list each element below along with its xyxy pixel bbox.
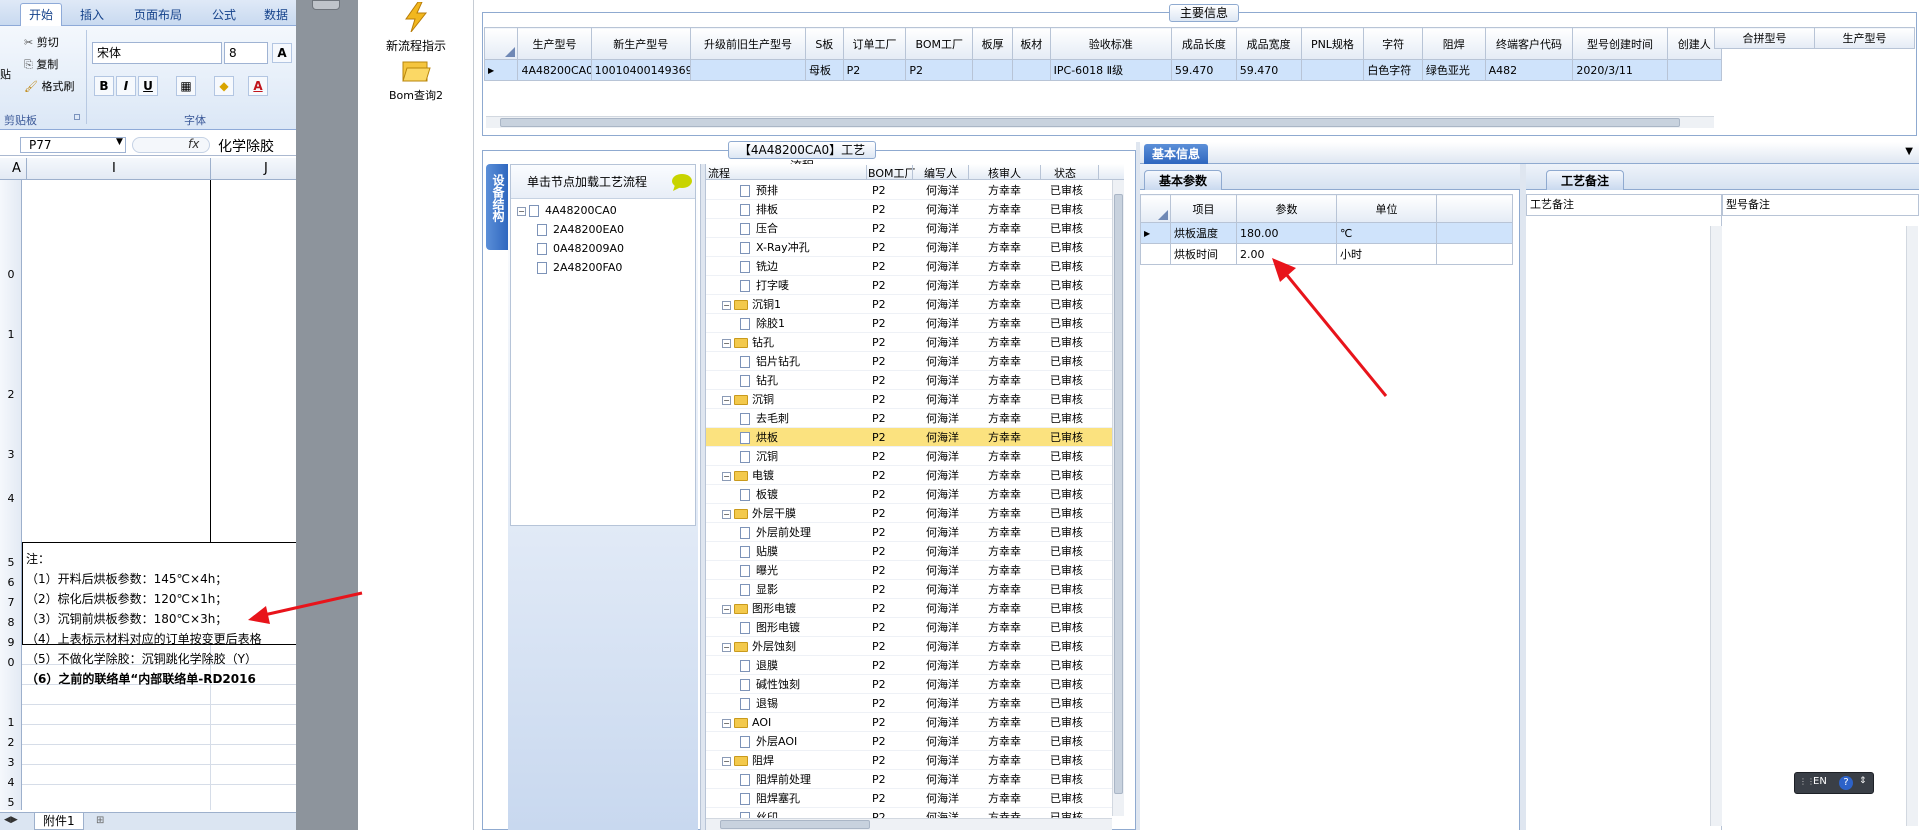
font-color-icon[interactable]: A (248, 76, 268, 96)
notes-vscrollbar[interactable] (1710, 226, 1722, 826)
ribbon-tab-formulas[interactable]: 公式 (204, 4, 244, 26)
row-header[interactable]: 6 (0, 576, 22, 589)
ribbon-tab-insert[interactable]: 插入 (72, 4, 112, 26)
row-header[interactable]: 3 (0, 448, 22, 461)
main-window: 主要信息 生产型号 新生产型号 升级前旧生产型号 S板 订单工厂 BOM工厂 板… (248, 0, 1919, 830)
copy-icon: ⎘ (24, 58, 33, 71)
process-notes-tab[interactable]: 工艺备注 (1546, 170, 1625, 190)
lightning-icon (405, 1, 428, 33)
ime-options-icon[interactable]: ⇕ (1859, 776, 1867, 786)
note-line: （2）棕化后烘板参数：120℃×1h； (26, 592, 228, 606)
process-notes-panel: 工艺备注 工艺备注 型号备注 (1526, 164, 1919, 830)
row-header[interactable]: 9 (0, 636, 22, 649)
font-size-dropdown[interactable]: 8 (224, 42, 268, 64)
row-header[interactable]: 4 (0, 776, 22, 789)
note-line: （6）之前的联络单“内部联络单-RD2016 (26, 672, 256, 686)
borders-icon[interactable]: ▦ (176, 76, 196, 96)
background-gap (296, 0, 358, 830)
note-line: （3）沉铜前烘板参数：180℃×3h； (26, 612, 228, 626)
fx-icon[interactable]: fx (188, 137, 199, 151)
note-line: （1）开料后烘板参数：145℃×4h； (26, 572, 228, 586)
process-notes-header[interactable]: 工艺备注 (1526, 194, 1722, 216)
row-header[interactable]: 0 (0, 268, 22, 281)
row-header[interactable]: 1 (0, 328, 22, 341)
ribbon-tab-home[interactable]: 开始 (20, 3, 63, 27)
column-i-header[interactable]: I (112, 161, 116, 176)
note-line: （4）上表标示材料对应的订单按变更后表格 (26, 632, 262, 646)
cut-button[interactable]: ✂ 剪切 (24, 34, 59, 50)
new-flow-button[interactable]: 新流程指示 (366, 1, 466, 53)
paste-label[interactable]: 贴 (0, 66, 11, 82)
ribbon-tab-data[interactable]: 数据 (256, 4, 296, 26)
grow-font-button[interactable]: A (272, 43, 292, 63)
column-j-header[interactable]: J (264, 161, 268, 176)
red-arrow-icon (1272, 258, 1388, 397)
note-line: （5）不做化学除胶：沉铜跳化学除胶（Y） (26, 652, 257, 666)
row-header[interactable]: 5 (0, 556, 22, 569)
row-header[interactable]: 0 (0, 656, 22, 669)
sheet-tab[interactable]: 附件1 (34, 813, 84, 830)
italic-button[interactable]: I (116, 76, 136, 96)
scissors-icon: ✂ (24, 36, 34, 49)
sheet-grid[interactable] (22, 180, 296, 810)
notes-vscrollbar[interactable] (1906, 226, 1918, 826)
underline-button[interactable]: U (138, 76, 158, 96)
ribbon-body: 贴 ✂ 剪切 ⎘ 复制 🖌 格式刷 剪贴板 宋体 8 A B I U ▦ ◆ A… (0, 26, 296, 130)
row-header[interactable]: 7 (0, 596, 22, 609)
new-sheet-icon[interactable]: ⊞ (96, 815, 104, 826)
brush-icon: 🖌 (24, 80, 38, 93)
toolbar-handle-icon[interactable] (312, 0, 340, 10)
row-header[interactable]: 2 (0, 736, 22, 749)
model-notes-textarea[interactable] (1722, 216, 1919, 830)
chevron-down-icon[interactable]: ▼ (116, 137, 123, 147)
formula-input[interactable]: 化学除胶 (218, 136, 274, 156)
group-divider (86, 30, 87, 124)
copy-button[interactable]: ⎘ 复制 (24, 56, 58, 72)
ime-language[interactable]: EN (1813, 776, 1827, 787)
format-painter-button[interactable]: 🖌 格式刷 (24, 78, 74, 94)
row-header[interactable]: 8 (0, 616, 22, 629)
bold-button[interactable]: B (94, 76, 114, 96)
column-header-row: A I J (0, 158, 296, 180)
launcher-panel: 新流程指示 Bom查询2 (358, 0, 474, 830)
column-a-header[interactable]: A (12, 161, 21, 176)
clipboard-launcher-icon[interactable] (74, 114, 80, 120)
row-headers: 0 1 2 3 4 5 6 7 8 9 0 1 2 3 4 5 (0, 180, 22, 810)
model-notes-header[interactable]: 型号备注 (1722, 194, 1919, 216)
row-header[interactable]: 3 (0, 756, 22, 769)
excel-window: 开始 插入 页面布局 公式 数据 贴 ✂ 剪切 ⎘ 复制 🖌 格式刷 剪贴板 宋… (0, 0, 296, 830)
new-flow-label: 新流程指示 (385, 39, 446, 53)
row-header[interactable]: 2 (0, 388, 22, 401)
folder-open-icon (402, 61, 431, 82)
font-group-label: 字体 (184, 114, 206, 127)
note-heading: 注： (26, 552, 51, 566)
bom-query-label: Bom查询2 (389, 89, 443, 102)
row-header[interactable]: 1 (0, 716, 22, 729)
ribbon-tab-page-layout[interactable]: 页面布局 (126, 4, 190, 26)
sheet-nav-icon[interactable]: ◀▶ (4, 815, 18, 825)
process-notes-textarea[interactable] (1526, 216, 1722, 830)
clipboard-group-label: 剪贴板 (4, 114, 37, 127)
row-header[interactable]: 5 (0, 796, 22, 809)
fill-color-icon[interactable]: ◆ (214, 76, 234, 96)
row-header[interactable]: 4 (0, 492, 22, 505)
bom-query-button[interactable]: Bom查询2 (366, 58, 466, 106)
name-box[interactable]: P77 (20, 137, 126, 153)
sheet-tab-bar: ◀▶ 附件1 ⊞ (0, 812, 296, 830)
help-icon[interactable]: ? (1839, 776, 1853, 790)
font-name-dropdown[interactable]: 宋体 (92, 42, 222, 64)
ime-toolbar[interactable]: ⋮⋮ EN ? ⇕ (1794, 772, 1874, 794)
formula-bar: P77 ▼ fx 化学除胶 (0, 134, 296, 156)
ribbon-tab-bar: 开始 插入 页面布局 公式 数据 (0, 0, 296, 27)
